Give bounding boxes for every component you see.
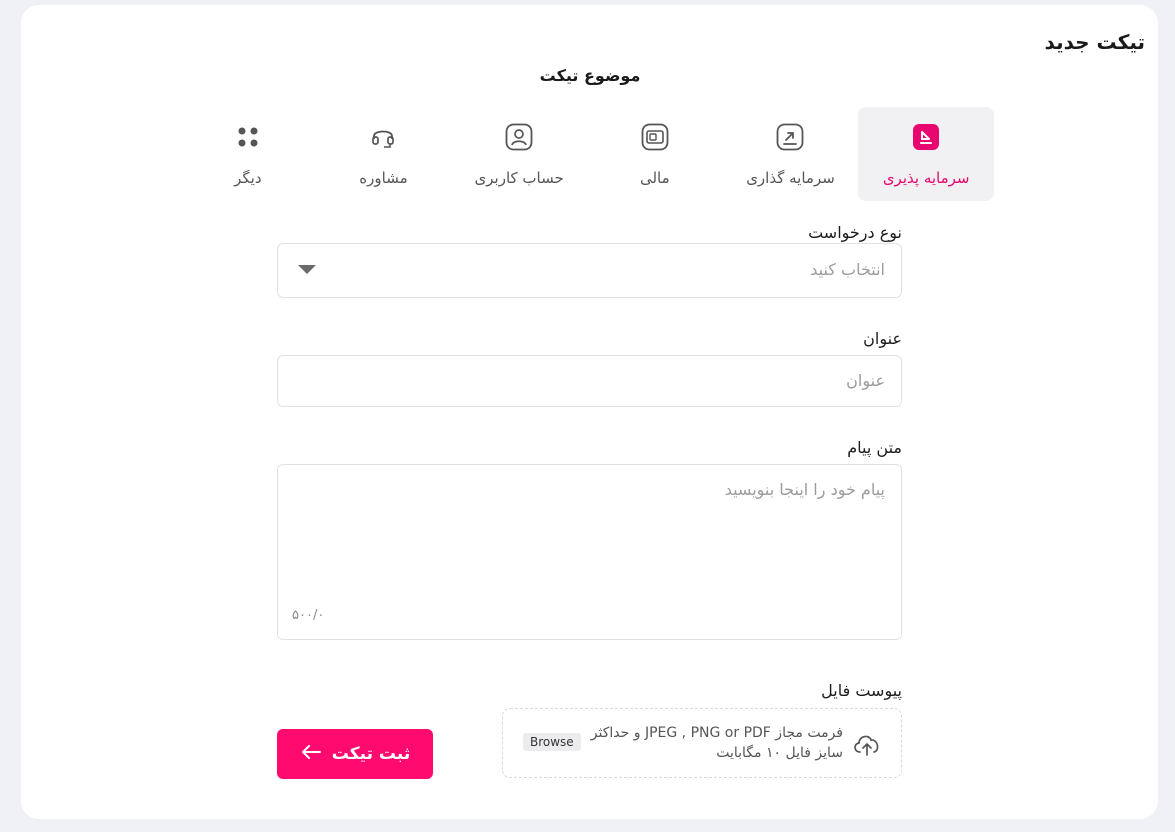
subject-title: موضوع تیکت <box>539 66 641 85</box>
category-investee[interactable]: سرمایه پذیری <box>858 107 994 201</box>
upload-hint-line1: فرمت مجاز JPEG , PNG or PDF و حداکثر <box>590 725 843 741</box>
category-investment[interactable]: سرمایه گذاری <box>723 107 859 201</box>
category-label: مشاوره <box>359 169 408 187</box>
title-label: عنوان <box>863 329 902 348</box>
headset-icon <box>369 123 397 151</box>
wallet-icon <box>641 123 669 151</box>
category-label: سرمایه پذیری <box>882 169 970 187</box>
file-upload-dropzone[interactable]: فرمت مجاز JPEG , PNG or PDF و حداکثر سای… <box>502 708 902 778</box>
title-placeholder: عنوان <box>846 371 885 390</box>
category-other[interactable]: دیگر <box>180 107 316 201</box>
category-user-account[interactable]: حساب کاربری <box>451 107 587 201</box>
arrow-up-right-box-icon <box>776 123 804 151</box>
grid-dots-icon <box>234 123 262 151</box>
category-label: حساب کاربری <box>474 169 564 187</box>
browse-button[interactable]: Browse <box>523 733 581 751</box>
submit-ticket-label: ثبت تیکت <box>331 744 411 764</box>
category-tabs: سرمایه پذیری سرمایه گذاری مالی حساب کارب… <box>180 107 994 201</box>
page-title: تیکت جدید <box>1044 30 1145 54</box>
chevron-down-icon <box>298 265 316 274</box>
message-placeholder: پیام خود را اینجا بنویسید <box>724 480 885 499</box>
message-textarea[interactable]: پیام خود را اینجا بنویسید ۵۰۰/۰ <box>277 464 902 640</box>
user-icon <box>505 123 533 151</box>
upload-hint-line2: سایز فایل ۱۰ مگابایت <box>716 745 843 761</box>
submit-ticket-button[interactable]: ثبت تیکت <box>277 729 433 779</box>
message-label: متن پیام <box>847 438 902 457</box>
category-label: سرمایه گذاری <box>746 169 835 187</box>
category-label: مالی <box>639 169 670 187</box>
request-type-label: نوع درخواست <box>808 223 902 242</box>
request-type-select[interactable]: انتخاب کنید <box>277 243 902 298</box>
download-box-icon <box>912 123 940 151</box>
category-consulting[interactable]: مشاوره <box>316 107 452 201</box>
character-counter: ۵۰۰/۰ <box>292 608 325 623</box>
cloud-upload-icon <box>851 730 883 758</box>
upload-hint: فرمت مجاز JPEG , PNG or PDF و حداکثر سای… <box>591 723 843 763</box>
arrow-left-icon <box>300 744 322 765</box>
category-financial[interactable]: مالی <box>587 107 723 201</box>
attachment-label: پیوست فایل <box>821 681 902 700</box>
category-label: دیگر <box>234 169 262 187</box>
title-input[interactable]: عنوان <box>277 355 902 407</box>
request-type-placeholder: انتخاب کنید <box>810 260 885 279</box>
